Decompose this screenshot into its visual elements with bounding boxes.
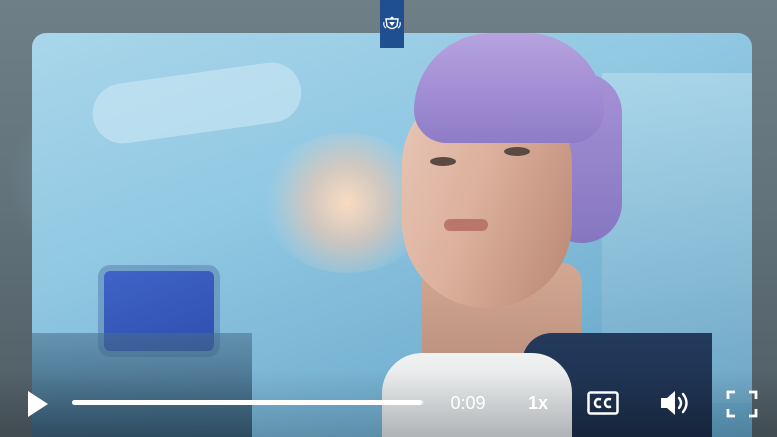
- royal-coat-of-arms-icon: [380, 0, 404, 48]
- progress-bar[interactable]: [72, 400, 424, 405]
- elapsed-time: 0:09: [450, 392, 486, 413]
- volume-icon: [661, 391, 688, 415]
- lips: [444, 219, 488, 231]
- video-player[interactable]: 0:09 1x: [0, 0, 777, 437]
- fullscreen-icon: [726, 390, 758, 418]
- player-controls-bar: 0:09 1x: [0, 370, 777, 437]
- closed-captions-icon: [587, 391, 619, 415]
- play-button[interactable]: [24, 389, 52, 419]
- volume-button[interactable]: [658, 387, 694, 419]
- right-eye: [504, 147, 530, 156]
- play-icon: [28, 391, 48, 417]
- surgical-cap: [414, 33, 604, 143]
- captions-button[interactable]: [586, 390, 620, 416]
- left-eye: [430, 157, 456, 166]
- playback-speed-button[interactable]: 1x: [520, 392, 556, 414]
- progress-fill: [72, 400, 423, 405]
- fullscreen-button[interactable]: [724, 388, 760, 420]
- surgical-lamp-arm: [88, 58, 306, 148]
